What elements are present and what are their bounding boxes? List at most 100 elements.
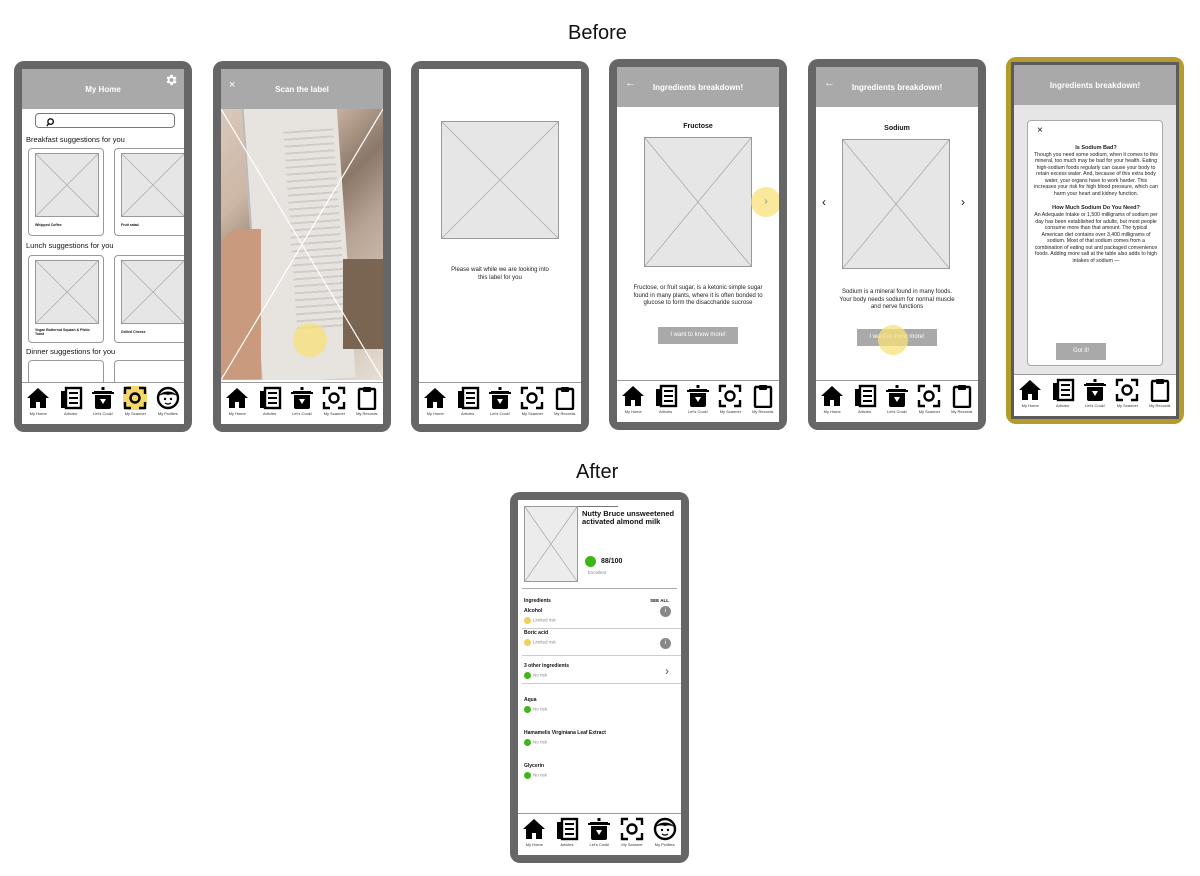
- sodium-screen: ← Ingredients breakdown! Sodium ‹ › Sodi…: [816, 67, 978, 422]
- nav-item-articles[interactable]: Articles: [451, 386, 483, 416]
- nav-label: My Records: [951, 409, 973, 414]
- detail-title: Ingredients breakdown!: [1049, 80, 1141, 90]
- nav-item-home[interactable]: My Home: [221, 386, 253, 416]
- back-arrow-icon[interactable]: ←: [824, 77, 835, 89]
- nav-item-cook[interactable]: Let's Cook!: [87, 386, 119, 416]
- nav-item-cook[interactable]: Let's Cook!: [484, 386, 516, 416]
- nav-item-records[interactable]: My Records: [747, 384, 779, 414]
- risk-level: No risk: [524, 672, 547, 679]
- risk-dot: [524, 739, 531, 746]
- nav-item-home[interactable]: My Home: [518, 817, 551, 847]
- info-icon[interactable]: i: [660, 606, 671, 617]
- nav-item-articles[interactable]: Articles: [1046, 378, 1078, 408]
- home-screen: My Home Breakfast suggestions for you Wh…: [22, 69, 184, 424]
- nav-item-cook[interactable]: Let's Cook!: [881, 384, 913, 414]
- image-placeholder: [121, 260, 184, 324]
- nav-item-articles[interactable]: Articles: [848, 384, 880, 414]
- scan-topbar: × Scan the label: [221, 69, 383, 109]
- question-heading: How Much Sodium Do You Need?: [1052, 205, 1140, 212]
- nav-item-home[interactable]: My Home: [1014, 378, 1046, 408]
- nav-label: Articles: [64, 411, 78, 416]
- gear-icon[interactable]: [164, 73, 178, 90]
- nav-item-home[interactable]: My Home: [816, 384, 848, 414]
- nav-label: Let's Cook!: [688, 409, 708, 414]
- nav-item-scanner[interactable]: My Scanner: [119, 386, 151, 416]
- learn-more-button[interactable]: I want to know more!: [658, 327, 738, 344]
- lunch-card[interactable]: Vegan Butternut Squash & Pistio Toast: [28, 255, 104, 343]
- nav-item-articles[interactable]: Articles: [253, 386, 285, 416]
- clipboard-icon: [553, 386, 577, 410]
- close-icon[interactable]: ×: [229, 79, 235, 91]
- close-icon[interactable]: ×: [1037, 125, 1043, 136]
- nav-item-scanner[interactable]: My Scanner: [516, 386, 548, 416]
- nav-label: My Records: [356, 411, 378, 416]
- cooking-pot-icon: [290, 386, 314, 410]
- nav-item-records[interactable]: My Records: [946, 384, 978, 414]
- nav-label: My Profiles: [157, 411, 178, 416]
- risk-level: Limited risk: [524, 617, 556, 624]
- nav-item-records[interactable]: My Records: [351, 386, 383, 416]
- risk-label: No risk: [533, 739, 548, 745]
- nav-item-scanner[interactable]: My Scanner: [913, 384, 945, 414]
- risk-label: Limited risk: [533, 617, 556, 623]
- search-input[interactable]: [35, 113, 175, 128]
- nav-label: My Home: [624, 409, 642, 414]
- image-placeholder: [121, 153, 184, 217]
- chevron-right-icon[interactable]: ›: [961, 195, 965, 209]
- nav-item-records[interactable]: My Records: [1144, 378, 1176, 408]
- nav-item-cook[interactable]: Let's Cook!: [286, 386, 318, 416]
- lunch-card[interactable]: Grilled Cheese: [114, 255, 184, 343]
- nav-item-cook[interactable]: Let's Cook!: [682, 384, 714, 414]
- nav-label: My Scanner: [521, 411, 544, 416]
- nav-item-articles[interactable]: Articles: [54, 386, 86, 416]
- nav-item-profiles[interactable]: My Profiles: [152, 386, 184, 416]
- home-icon: [820, 384, 844, 408]
- score-badge: 88/100: [585, 556, 622, 567]
- nav-item-scanner[interactable]: My Scanner: [318, 386, 350, 416]
- nav-label: Articles: [263, 411, 277, 416]
- newspaper-icon: [555, 817, 579, 841]
- scan-icon: [620, 817, 644, 841]
- nav-item-home[interactable]: My Home: [617, 384, 649, 414]
- clipboard-icon: [1148, 378, 1172, 402]
- next-arrow-button[interactable]: ›: [751, 187, 779, 217]
- newspaper-icon: [853, 384, 877, 408]
- nav-item-scanner[interactable]: My Scanner: [714, 384, 746, 414]
- product-name: Nutty Bruce unsweetened activated almond…: [582, 509, 675, 527]
- sodium-title: Ingredients breakdown!: [851, 82, 943, 92]
- see-all-link[interactable]: SEE ALL: [650, 598, 669, 603]
- bottom-nav: My Home Articles Let's Cook! My Scanner My R…: [1014, 374, 1176, 416]
- chevron-right-icon[interactable]: ›: [665, 664, 669, 678]
- camera-view: [221, 109, 383, 380]
- info-icon[interactable]: i: [660, 638, 671, 649]
- nav-label: My Scanner: [918, 409, 941, 414]
- nav-item-cook[interactable]: Let's Cook!: [1079, 378, 1111, 408]
- chevron-left-icon[interactable]: ‹: [822, 195, 826, 209]
- nav-label: Let's Cook!: [589, 842, 610, 847]
- risk-level: No risk: [524, 739, 547, 746]
- nav-item-articles[interactable]: Articles: [551, 817, 584, 847]
- nav-item-cook[interactable]: Let's Cook!: [583, 817, 616, 847]
- nav-item-articles[interactable]: Articles: [649, 384, 681, 414]
- nav-item-home[interactable]: My Home: [419, 386, 451, 416]
- home-icon: [621, 384, 645, 408]
- lunch-heading: Lunch suggestions for you: [26, 241, 114, 250]
- home-icon: [423, 386, 447, 410]
- risk-label: No risk: [533, 772, 548, 778]
- bottom-nav: My Home Articles Let's Cook! My Scanner My R…: [419, 382, 581, 424]
- nav-label: Articles: [461, 411, 475, 416]
- nav-item-home[interactable]: My Home: [22, 386, 54, 416]
- ingredient-name: Boric acid: [524, 630, 549, 636]
- breakfast-card[interactable]: Whipped Coffee: [28, 148, 104, 236]
- back-arrow-icon[interactable]: ←: [625, 77, 636, 89]
- nav-item-scanner[interactable]: My Scanner: [1111, 378, 1143, 408]
- nav-label: My Home: [823, 409, 841, 414]
- breakfast-card[interactable]: Fruit salad: [114, 148, 184, 236]
- nav-item-records[interactable]: My Records: [549, 386, 581, 416]
- nav-item-profiles[interactable]: My Profiles: [648, 817, 681, 847]
- got-it-button[interactable]: Got it!: [1056, 343, 1106, 360]
- sodium-topbar: ← Ingredients breakdown!: [816, 67, 978, 107]
- nav-item-scanner[interactable]: My Scanner: [616, 817, 649, 847]
- risk-level: Limited risk: [524, 639, 556, 646]
- tap-indicator[interactable]: [293, 323, 327, 357]
